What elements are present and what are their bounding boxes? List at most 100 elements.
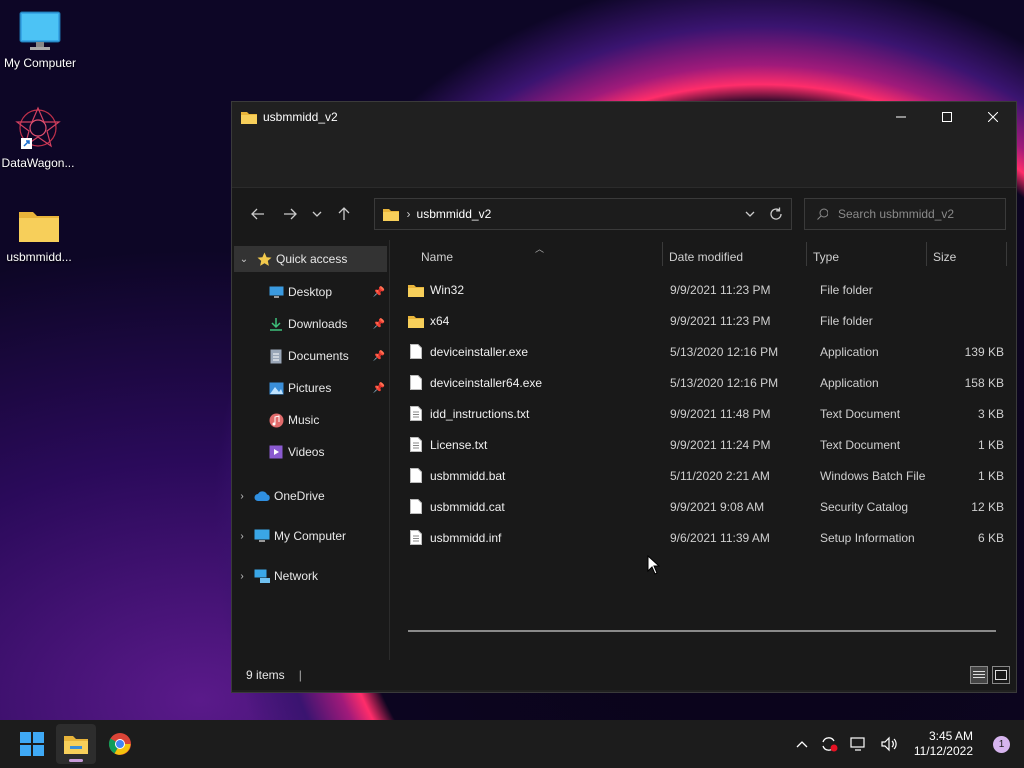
file-icon <box>408 344 424 359</box>
file-row[interactable]: x64 9/9/2021 11:23 PM File folder <box>390 305 1016 336</box>
file-type: Text Document <box>820 437 901 452</box>
sidebar-item-label: Documents <box>288 349 349 363</box>
horizontal-scrollbar[interactable] <box>408 630 996 632</box>
folder-icon <box>241 112 257 124</box>
chrome-icon <box>108 733 131 755</box>
file-type: Setup Information <box>820 530 915 545</box>
back-button[interactable] <box>242 199 274 229</box>
chevron-down-icon[interactable] <box>745 207 755 221</box>
column-header-size[interactable]: Size <box>926 250 1006 264</box>
monitor-icon <box>252 529 272 543</box>
desktop-icon-label: DataWagon... <box>1 156 75 170</box>
taskbar-chrome[interactable] <box>100 724 140 764</box>
pin-icon[interactable]: 📌 <box>373 351 385 362</box>
star-icon <box>254 252 274 267</box>
breadcrumb-current[interactable]: usbmmidd_v2 <box>417 207 492 221</box>
notification-badge[interactable]: 1 <box>993 735 1010 753</box>
details-view-button[interactable] <box>970 666 988 684</box>
sync-icon[interactable] <box>820 736 838 752</box>
sidebar-item-label: Pictures <box>288 381 332 395</box>
details-view-icon <box>973 671 985 678</box>
file-name: deviceinstaller.exe <box>430 344 529 359</box>
file-row[interactable]: deviceinstaller.exe 5/13/2020 12:16 PM App… <box>390 336 1016 367</box>
column-divider[interactable] <box>806 242 807 266</box>
volume-icon[interactable] <box>880 736 898 752</box>
clock[interactable]: 3:45 AM 11/12/2022 <box>914 729 973 759</box>
address-bar[interactable]: › usbmmidd_v2 <box>373 198 792 230</box>
start-button[interactable] <box>12 724 52 764</box>
file-name-cell: x64 <box>390 314 662 328</box>
column-divider[interactable] <box>926 242 927 266</box>
sidebar-item-desktop[interactable]: Desktop 📌 <box>232 276 389 308</box>
music-icon <box>266 413 286 428</box>
title-bar[interactable]: usbmmidd_v2 <box>232 102 1016 132</box>
sidebar-item-downloads[interactable]: Downloads 📌 <box>232 308 389 340</box>
pin-icon[interactable]: 📌 <box>373 383 385 394</box>
file-name-cell: deviceinstaller.exe <box>390 344 662 359</box>
pin-icon[interactable]: 📌 <box>373 287 385 298</box>
network-icon <box>252 569 272 583</box>
search-box[interactable] <box>804 198 1006 230</box>
column-divider[interactable] <box>1006 242 1007 266</box>
chevron-down-icon[interactable]: ⌄ <box>234 254 254 265</box>
text-file-icon <box>408 530 424 545</box>
taskbar-file-explorer[interactable] <box>56 724 96 764</box>
maximize-button[interactable] <box>924 102 970 132</box>
file-type: Application <box>820 344 879 359</box>
chevron-right-icon[interactable]: › <box>232 531 252 542</box>
file-date: 9/9/2021 9:08 AM <box>670 499 765 514</box>
file-explorer-window: usbmmidd_v2 › usbmmidd_v2 ⌄ <box>231 101 1017 693</box>
column-header-type[interactable]: Type <box>806 250 926 264</box>
sidebar-item-documents[interactable]: Documents 📌 <box>232 340 389 372</box>
up-button[interactable] <box>328 199 360 229</box>
file-row[interactable]: usbmmidd.cat 9/9/2021 9:08 AM Security Cat… <box>390 491 1016 522</box>
column-header-date[interactable]: Date modified <box>662 250 806 264</box>
pin-icon[interactable]: 📌 <box>373 319 385 330</box>
large-icons-view-button[interactable] <box>992 666 1010 684</box>
close-button[interactable] <box>970 102 1016 132</box>
sidebar-item-label: Downloads <box>288 317 348 331</box>
desktop-icon-datawagon[interactable]: DataWagon... <box>0 106 78 170</box>
chevron-up-icon[interactable] <box>796 740 808 748</box>
sidebar-item-quick-access[interactable]: ⌄ Quick access <box>234 246 387 272</box>
recent-locations-button[interactable] <box>306 199 328 229</box>
network-status-icon[interactable] <box>850 736 868 752</box>
sidebar-item-my-computer[interactable]: › My Computer <box>232 516 389 556</box>
file-name-cell: usbmmidd.cat <box>390 499 662 514</box>
sidebar-item-network[interactable]: › Network <box>232 556 389 596</box>
sidebar-item-label: My Computer <box>274 529 347 543</box>
sidebar-item-music[interactable]: Music <box>232 404 389 436</box>
file-icon <box>408 468 424 483</box>
file-icon <box>408 375 424 390</box>
column-header-name[interactable]: Name <box>390 250 662 264</box>
sidebar-item-pictures[interactable]: Pictures 📌 <box>232 372 389 404</box>
file-name: usbmmidd.bat <box>430 468 506 483</box>
minimize-button[interactable] <box>878 102 924 132</box>
file-row[interactable]: idd_instructions.txt 9/9/2021 11:48 PM Tex… <box>390 398 1016 429</box>
sidebar-item-label: OneDrive <box>274 489 325 503</box>
file-type: Text Document <box>820 406 901 421</box>
file-row[interactable]: Win32 9/9/2021 11:23 PM File folder <box>390 274 1016 305</box>
desktop-icon-usbmmidd-folder[interactable]: usbmmidd... <box>0 206 79 264</box>
file-name: License.txt <box>430 437 488 452</box>
column-divider[interactable] <box>662 242 663 266</box>
refresh-icon[interactable] <box>769 207 783 221</box>
chevron-right-icon[interactable]: › <box>232 571 252 582</box>
file-type: Security Catalog <box>820 499 909 514</box>
chevron-right-icon[interactable]: › <box>232 491 252 502</box>
file-row[interactable]: usbmmidd.bat 5/11/2020 2:21 AM Windows Bat… <box>390 460 1016 491</box>
sidebar-item-videos[interactable]: Videos <box>232 436 389 468</box>
file-type: File folder <box>820 313 873 328</box>
file-row[interactable]: usbmmidd.inf 9/6/2021 11:39 AM Setup Infor… <box>390 522 1016 553</box>
sidebar-item-onedrive[interactable]: › OneDrive <box>232 476 389 516</box>
search-input[interactable] <box>838 207 993 221</box>
file-row[interactable]: License.txt 9/9/2021 11:24 PM Text Documen… <box>390 429 1016 460</box>
forward-button[interactable] <box>274 199 306 229</box>
file-icon <box>408 499 424 514</box>
desktop-icon-my-computer[interactable]: My Computer <box>0 10 80 70</box>
file-size: 158 KB <box>964 375 1004 390</box>
file-name: usbmmidd.inf <box>430 530 502 545</box>
file-row[interactable]: deviceinstaller64.exe 5/13/2020 12:16 PM A… <box>390 367 1016 398</box>
file-name: idd_instructions.txt <box>430 406 530 421</box>
item-count: 9 items <box>246 668 285 682</box>
